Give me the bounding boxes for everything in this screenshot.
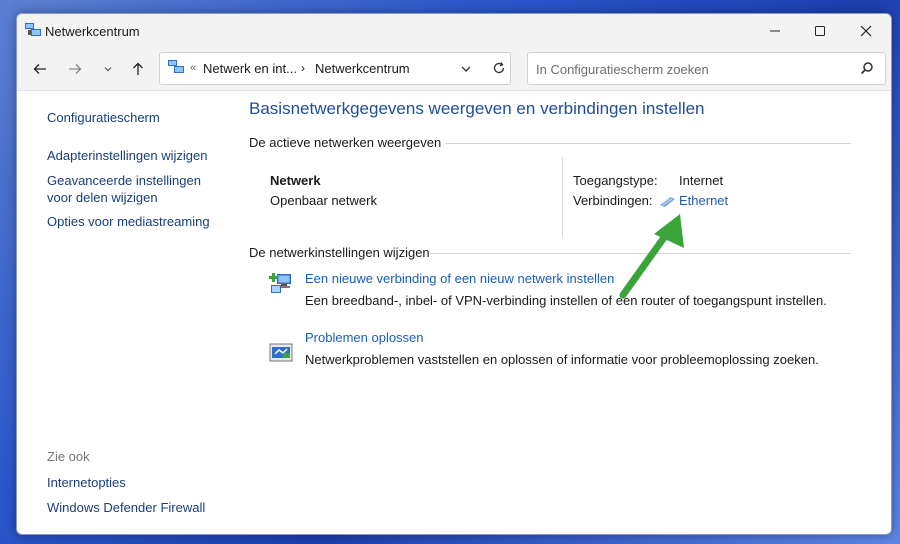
network-center-location-icon — [168, 60, 184, 73]
refresh-icon[interactable] — [492, 61, 506, 75]
access-type-value: Internet — [679, 173, 724, 188]
maximize-icon — [815, 26, 825, 36]
forward-button[interactable] — [64, 58, 86, 80]
new-connection-link[interactable]: Een nieuwe verbinding of een nieuw netwe… — [305, 271, 614, 286]
arrow-right-icon — [69, 64, 82, 74]
network-center-app-icon — [25, 23, 41, 36]
arrow-up-icon — [133, 62, 143, 75]
maximize-button[interactable] — [797, 14, 843, 48]
network-type[interactable]: Openbaar netwerk — [270, 193, 377, 208]
title-bar: Netwerkcentrum — [17, 14, 891, 48]
annotation-arrow — [619, 214, 684, 299]
address-bar[interactable]: « Netwerk en int... › Netwerkcentrum — [159, 52, 511, 85]
network-info-divider — [562, 157, 563, 237]
minimize-button[interactable] — [752, 14, 798, 48]
address-dropdown-icon[interactable] — [460, 63, 472, 75]
chevron-down-icon — [104, 67, 112, 72]
active-networks-heading: De actieve netwerken weergeven — [249, 135, 442, 150]
arrow-left-icon — [33, 64, 46, 74]
up-button[interactable] — [127, 58, 149, 80]
ethernet-icon[interactable] — [659, 195, 676, 207]
access-type-label: Toegangstype: — [573, 173, 658, 188]
main-content: Basisnetwerkgegevens weergeven en verbin… — [17, 91, 891, 534]
breadcrumb-overflow[interactable]: « — [190, 62, 196, 74]
network-name: Netwerk — [270, 173, 321, 188]
back-button[interactable] — [29, 58, 51, 80]
change-settings-heading: De netwerkinstellingen wijzigen — [249, 245, 430, 260]
page-title: Basisnetwerkgegevens weergeven en verbin… — [249, 99, 705, 118]
navigation-bar: « Netwerk en int... › Netwerkcentrum — [17, 48, 891, 91]
window-title: Netwerkcentrum — [45, 24, 140, 39]
section-divider — [445, 143, 851, 144]
recent-locations-button[interactable] — [97, 58, 119, 80]
breadcrumb-network-center[interactable]: Netwerkcentrum — [315, 61, 410, 76]
breadcrumb-separator: › — [301, 61, 305, 75]
ethernet-connection-link[interactable]: Ethernet — [679, 193, 728, 208]
breadcrumb-network-internet[interactable]: Netwerk en int... — [203, 61, 297, 76]
search-icon[interactable] — [860, 61, 874, 75]
close-icon — [860, 25, 872, 37]
new-connection-icon — [269, 273, 291, 293]
search-box[interactable] — [527, 52, 886, 85]
troubleshoot-description: Netwerkproblemen vaststellen en oplossen… — [305, 352, 819, 367]
minimize-icon — [770, 30, 780, 32]
close-button[interactable] — [843, 14, 889, 48]
connections-label: Verbindingen: — [573, 193, 653, 208]
new-connection-description: Een breedband-, inbel- of VPN-verbinding… — [305, 293, 827, 308]
troubleshoot-link[interactable]: Problemen oplossen — [305, 330, 424, 345]
troubleshoot-icon — [269, 343, 293, 362]
search-input[interactable] — [534, 59, 848, 79]
network-center-window: Netwerkcentrum « Netwerk en int... › Net… — [16, 13, 892, 535]
